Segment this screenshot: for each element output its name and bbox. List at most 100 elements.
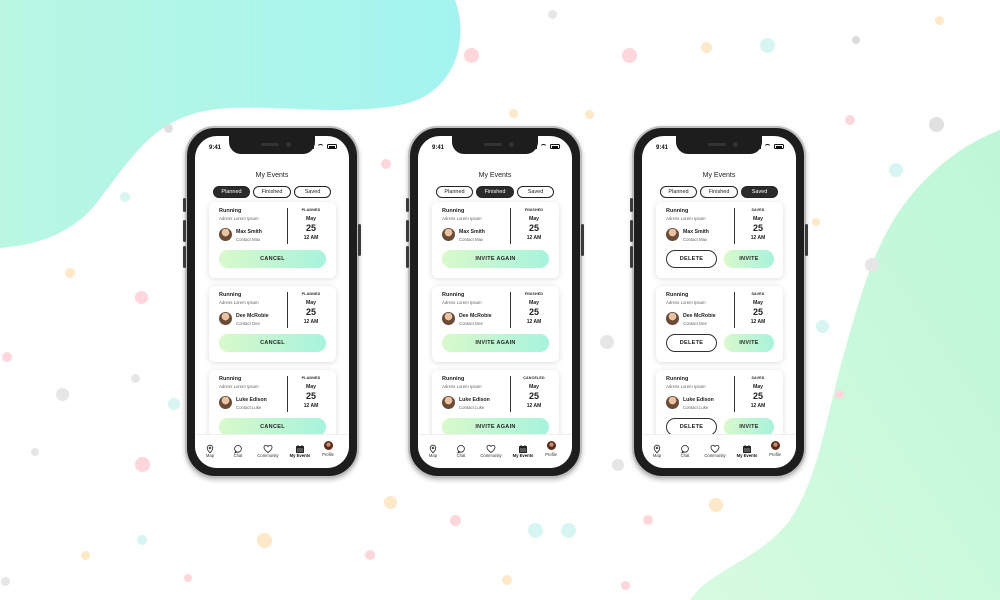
profile-avatar <box>546 441 556 450</box>
tab-finished[interactable]: Finished <box>700 186 738 198</box>
avatar[interactable] <box>666 228 679 241</box>
nav-item-community[interactable]: Community <box>701 441 729 458</box>
confetti-dot <box>928 116 944 132</box>
nav-label: Map <box>428 453 438 458</box>
event-month: May <box>528 300 540 306</box>
event-month: May <box>528 216 540 222</box>
confetti-dot <box>365 550 375 560</box>
event-card[interactable]: Running Adress Lorem Ipsum Max Smith Contac… <box>432 202 559 278</box>
tab-finished[interactable]: Finished <box>476 186 514 198</box>
event-month: May <box>752 300 764 306</box>
status-label: PLANNED <box>301 208 321 212</box>
event-activity: Running <box>666 208 689 214</box>
nav-item-map[interactable]: Map <box>419 441 447 458</box>
invite-button[interactable]: INVITE <box>724 334 774 352</box>
avatar[interactable] <box>219 312 232 325</box>
event-activity: Running <box>219 292 242 298</box>
avatar[interactable] <box>666 312 679 325</box>
avatar[interactable] <box>442 312 455 325</box>
contact-link[interactable]: Contact Luke <box>683 405 708 410</box>
tab-planned[interactable]: Planned <box>213 186 250 198</box>
event-card[interactable]: Running Adress Lorem Ipsum Dee McRobie Cont… <box>209 286 336 362</box>
confetti-dot <box>502 575 512 585</box>
nav-item-profile[interactable]: Profile <box>761 441 789 457</box>
nav-item-profile[interactable]: Profile <box>314 441 342 457</box>
event-address: Adress Lorem Ipsum <box>442 216 482 221</box>
event-month: May <box>752 384 764 390</box>
invite-again-button[interactable]: INVITE AGAIN <box>442 334 549 352</box>
wifi-icon <box>540 144 547 149</box>
status-label: SAVED <box>751 292 765 296</box>
tab-finished[interactable]: Finished <box>253 186 291 198</box>
tab-saved[interactable]: Saved <box>294 186 331 198</box>
nav-item-my-events[interactable]: My Events <box>733 441 761 458</box>
confetti-dot <box>449 514 461 526</box>
cancel-button[interactable]: CANCEL <box>219 334 326 352</box>
nav-item-map[interactable]: Map <box>196 441 224 458</box>
delete-button[interactable]: DELETE <box>666 250 717 268</box>
invite-button[interactable]: INVITE <box>724 250 774 268</box>
contact-link[interactable]: Contact Max <box>236 237 260 242</box>
contact-link[interactable]: Contact Dee <box>236 321 260 326</box>
event-card[interactable]: Running Adress Lorem Ipsum Dee McRobie Cont… <box>656 286 783 362</box>
bottom-nav: Map Chat Community My Events Profile <box>642 434 796 468</box>
contact-link[interactable]: Contact Luke <box>459 405 484 410</box>
contact-link[interactable]: Contact Dee <box>683 321 707 326</box>
avatar[interactable] <box>442 228 455 241</box>
nav-item-my-events[interactable]: My Events <box>286 441 314 458</box>
event-card[interactable]: Running Adress Lorem Ipsum Max Smith Contac… <box>209 202 336 278</box>
event-time: 12 AM <box>750 319 766 325</box>
nav-item-chat[interactable]: Chat <box>224 441 252 458</box>
confetti-dot <box>812 218 820 226</box>
event-day: 25 <box>305 223 316 233</box>
phone-side-button <box>183 220 186 242</box>
confetti-dot <box>527 522 543 538</box>
tab-saved[interactable]: Saved <box>741 186 778 198</box>
status-label: FINISHED <box>524 208 544 212</box>
events-tab-bar: Planned Finished Saved <box>418 186 572 198</box>
nav-item-my-events[interactable]: My Events <box>509 441 537 458</box>
nav-item-map[interactable]: Map <box>643 441 671 458</box>
confetti-dot <box>889 163 903 177</box>
nav-item-profile[interactable]: Profile <box>537 441 565 457</box>
confetti-dot <box>256 532 272 548</box>
confetti-dot <box>381 159 391 169</box>
avatar[interactable] <box>219 228 232 241</box>
nav-item-chat[interactable]: Chat <box>671 441 699 458</box>
front-camera <box>286 142 291 147</box>
contact-link[interactable]: Contact Max <box>459 237 483 242</box>
event-card[interactable]: Running Adress Lorem Ipsum Max Smith Contac… <box>656 202 783 278</box>
confetti-dot <box>134 456 150 472</box>
nav-item-community[interactable]: Community <box>477 441 505 458</box>
invite-again-button[interactable]: INVITE AGAIN <box>442 250 549 268</box>
cancel-button[interactable]: CANCEL <box>219 250 326 268</box>
divider <box>734 376 735 412</box>
event-card[interactable]: Running Adress Lorem Ipsum Dee McRobie Cont… <box>432 286 559 362</box>
delete-button[interactable]: DELETE <box>666 334 717 352</box>
nav-item-community[interactable]: Community <box>254 441 282 458</box>
tab-saved[interactable]: Saved <box>517 186 554 198</box>
event-address: Adress Lorem Ipsum <box>442 384 482 389</box>
chat-bubble-icon <box>680 441 690 454</box>
event-activity: Running <box>219 376 242 382</box>
contact-link[interactable]: Contact Dee <box>459 321 483 326</box>
contact-link[interactable]: Contact Max <box>683 237 707 242</box>
map-pin-icon <box>205 441 215 454</box>
confetti-dot <box>709 498 723 512</box>
phone-screen: 9:41 My Events Planned Finished Saved Running… <box>418 136 572 468</box>
avatar[interactable] <box>219 396 232 409</box>
avatar[interactable] <box>442 396 455 409</box>
confetti-dot <box>612 459 624 471</box>
confetti-dot <box>547 9 557 19</box>
status-time: 9:41 <box>432 145 445 151</box>
confetti-dot <box>163 123 173 133</box>
nav-item-chat[interactable]: Chat <box>447 441 475 458</box>
phone-side-button <box>406 198 409 212</box>
contact-link[interactable]: Contact Luke <box>236 405 261 410</box>
phone-side-button <box>581 224 584 256</box>
nav-label: Profile <box>545 452 557 457</box>
tab-planned[interactable]: Planned <box>436 186 473 198</box>
avatar[interactable] <box>666 396 679 409</box>
event-activity: Running <box>442 292 465 298</box>
tab-planned[interactable]: Planned <box>660 186 697 198</box>
